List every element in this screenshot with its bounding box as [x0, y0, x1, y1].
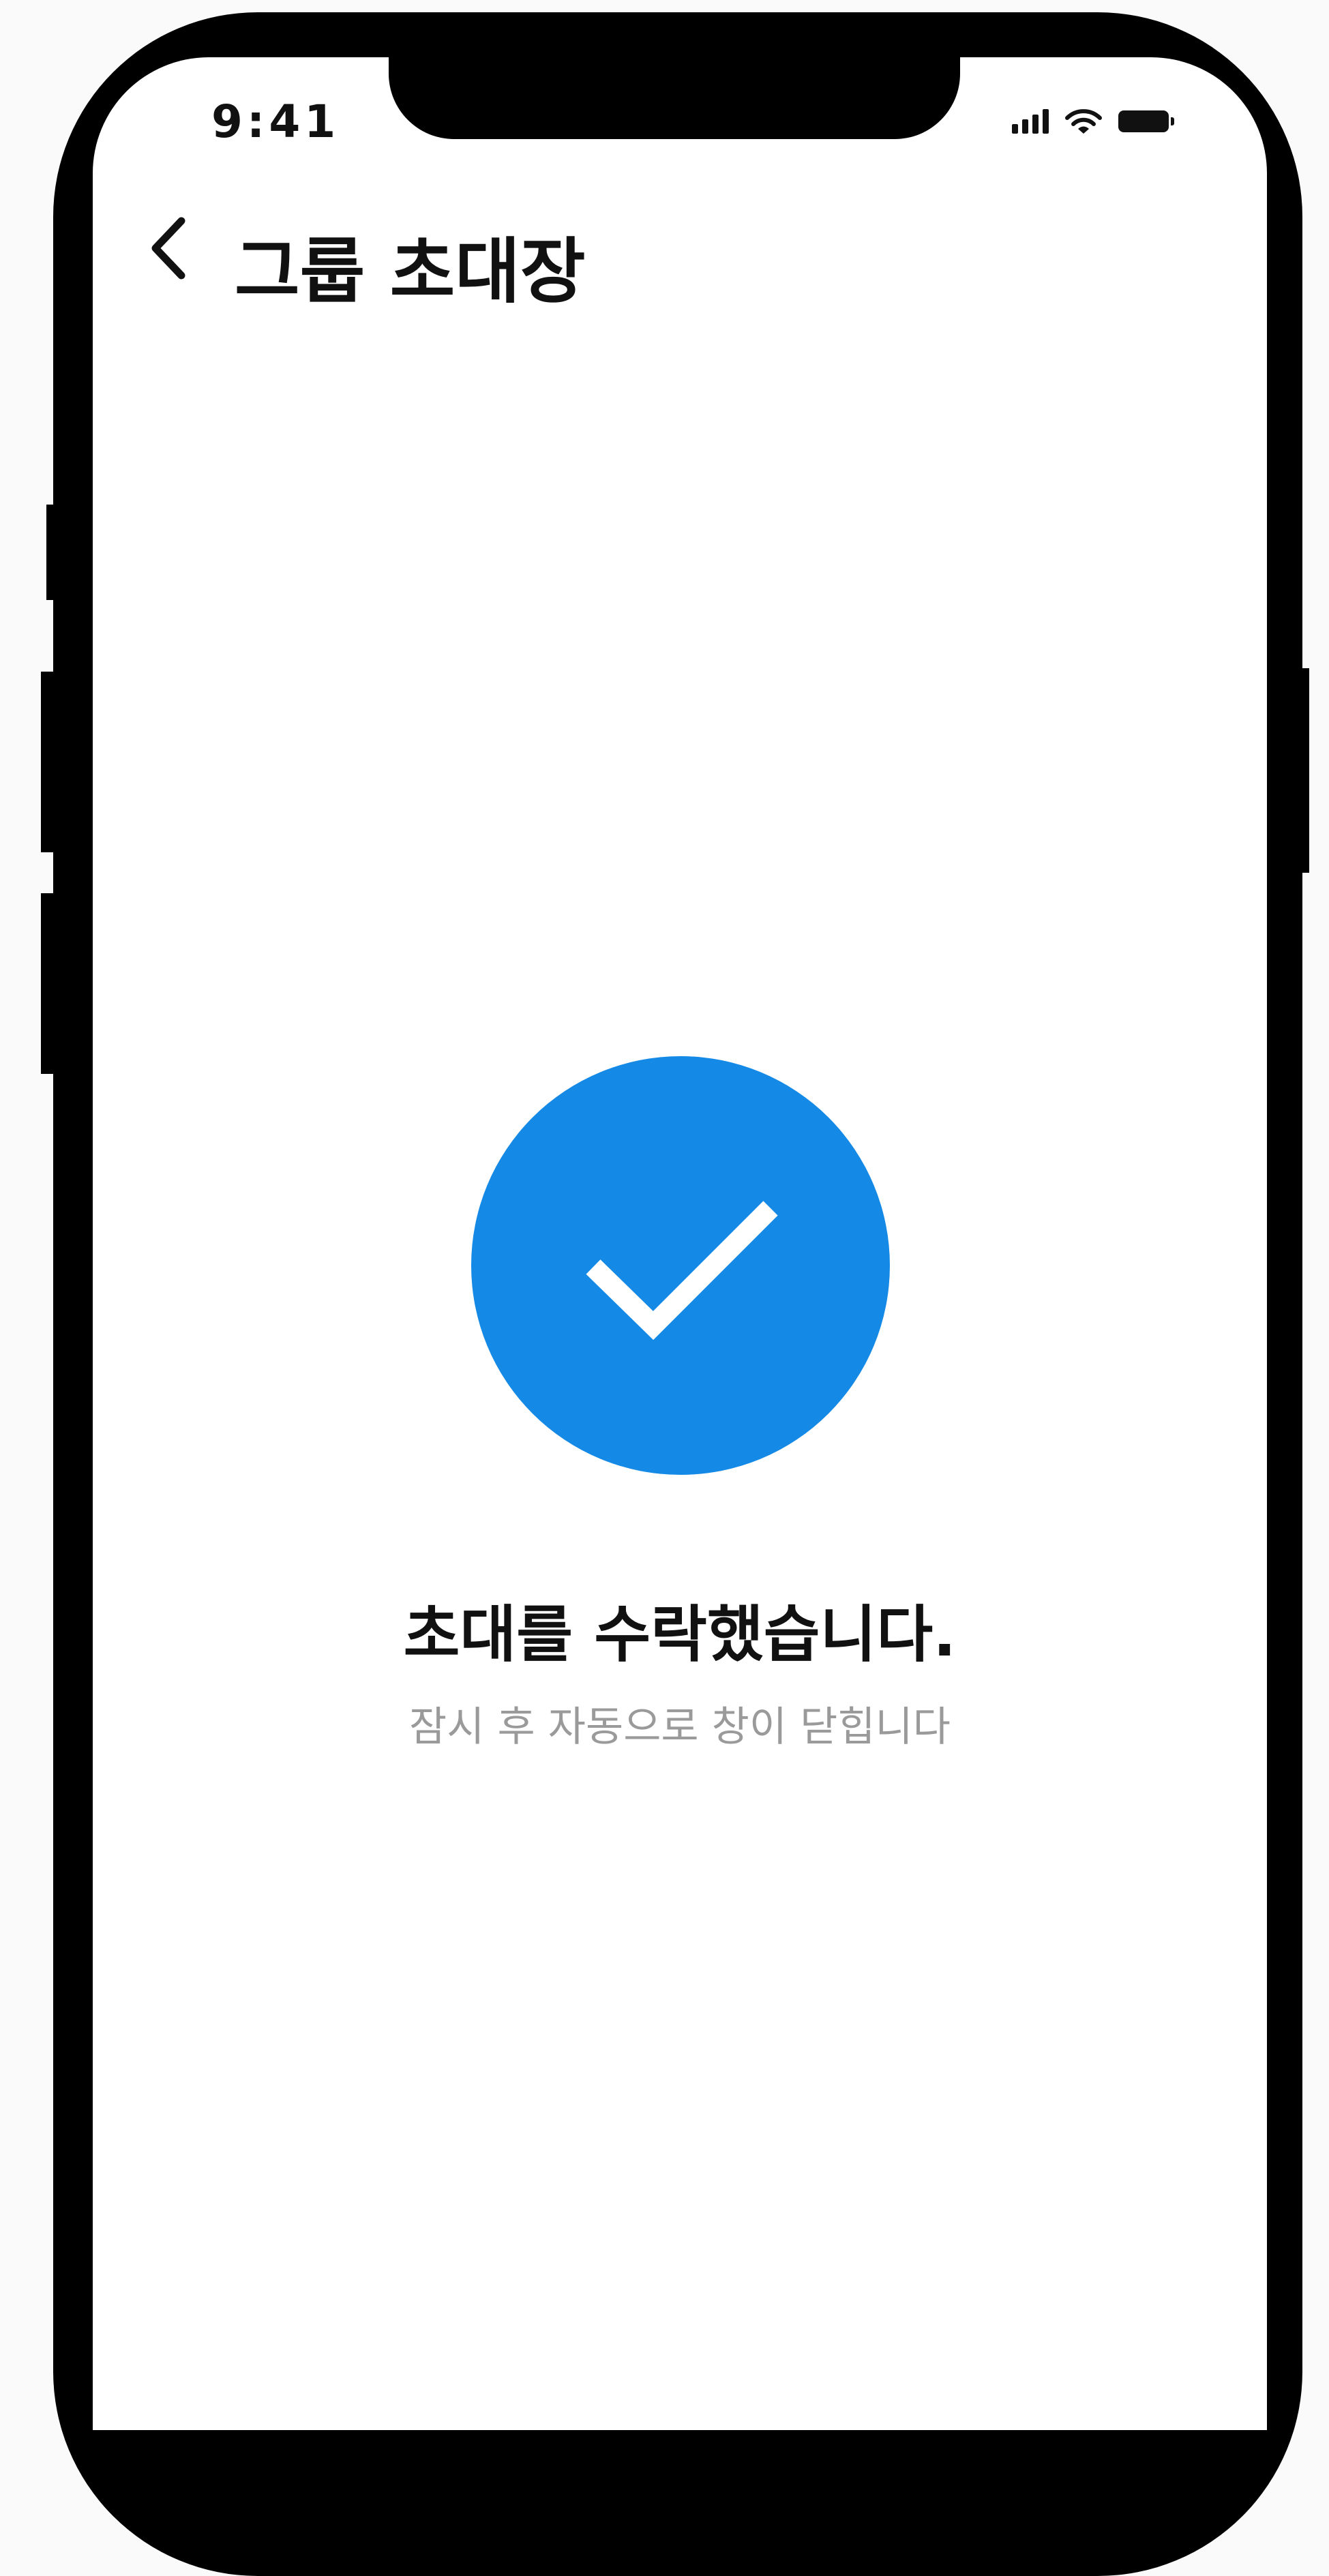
confirmation-title: 초대를 수락했습니다.	[403, 1599, 957, 1671]
app-screen: 9:41 그룹 초대장 초대를 수락했습니다. 잠시 후 자동으로 창이 닫힙니…	[93, 57, 1267, 2430]
page-title: 그룹 초대장	[235, 230, 586, 313]
volume-up-button	[41, 672, 56, 852]
status-bar-time: 9:41	[211, 95, 340, 148]
volume-down-button	[41, 893, 56, 1074]
power-button	[1300, 668, 1309, 873]
cellular-signal-icon	[1012, 109, 1049, 134]
back-button[interactable]	[134, 200, 202, 296]
mute-switch	[46, 505, 56, 600]
checkmark-icon	[586, 1201, 778, 1341]
battery-icon	[1118, 110, 1174, 132]
status-bar-icons	[1012, 108, 1174, 135]
success-badge	[471, 1056, 890, 1475]
chevron-left-icon	[151, 217, 185, 280]
confirmation-subtitle: 잠시 후 자동으로 창이 닫힙니다	[409, 1703, 951, 1751]
wifi-icon	[1065, 109, 1102, 134]
camera-notch	[389, 57, 960, 139]
